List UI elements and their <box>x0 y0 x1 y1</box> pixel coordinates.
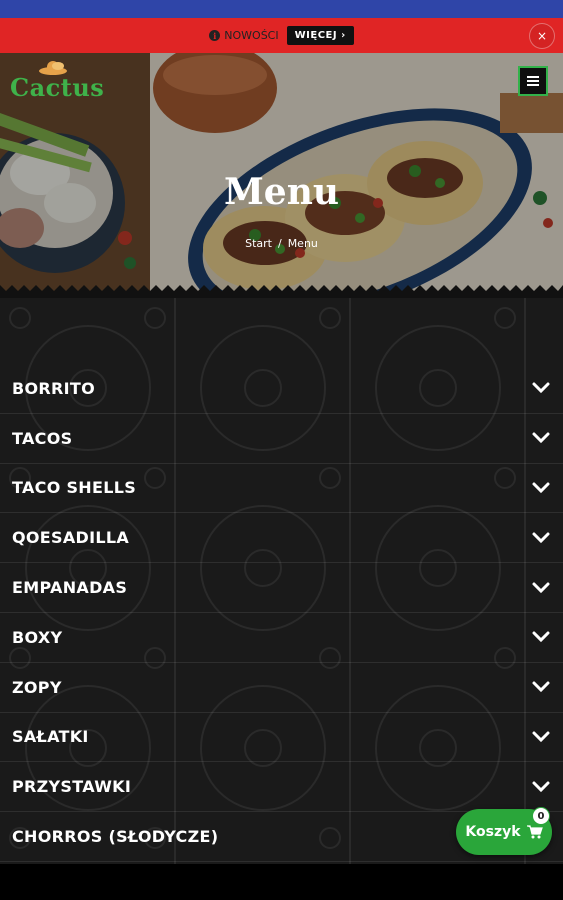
chevron-down-icon <box>532 731 550 743</box>
menu-section: BORRITO TACOS TACO SHELLS QOESADILLA EMP… <box>0 298 563 864</box>
hamburger-icon <box>527 76 539 78</box>
logo-text: Cactus <box>10 73 105 102</box>
menu-category-tacos[interactable]: TACOS <box>0 414 563 464</box>
chevron-down-icon <box>532 482 550 494</box>
bottom-bar <box>0 864 563 900</box>
chevron-down-icon <box>532 781 550 792</box>
breadcrumb-current: Menu <box>287 237 318 250</box>
menu-category-label: BOXY <box>12 627 63 647</box>
hero-banner: Cactus Menu Start / Menu <box>0 53 563 298</box>
chevron-down-icon <box>532 582 550 593</box>
chevron-down-icon <box>532 532 550 543</box>
menu-category-boxy[interactable]: BOXY <box>0 613 563 663</box>
hamburger-icon-line <box>527 80 539 82</box>
chevron-down-icon <box>532 382 550 394</box>
menu-category-label: TACO SHELLS <box>12 478 137 498</box>
hamburger-menu-button[interactable] <box>518 66 548 96</box>
promo-bar: i NOWOŚCI WIĘCEJ › × <box>0 18 563 53</box>
menu-category-list: BORRITO TACOS TACO SHELLS QOESADILLA EMP… <box>0 364 563 862</box>
menu-category-zopy[interactable]: ZOPY <box>0 663 563 713</box>
site-logo[interactable]: Cactus <box>10 61 104 107</box>
chevron-down-icon <box>532 432 550 444</box>
menu-category-label: ZOPY <box>12 677 62 697</box>
promo-close-button[interactable]: × <box>529 23 555 49</box>
menu-category-label: TACOS <box>12 428 73 448</box>
menu-category-qoesadilla[interactable]: QOESADILLA <box>0 513 563 564</box>
cart-button[interactable]: Koszyk 0 <box>456 807 552 855</box>
breadcrumb-separator: / <box>277 237 282 250</box>
promo-info: i NOWOŚCI <box>209 29 279 42</box>
breadcrumb-home-link[interactable]: Start <box>245 237 272 250</box>
menu-category-salatki[interactable]: SAŁATKI <box>0 713 563 763</box>
hamburger-icon-line <box>527 84 539 86</box>
chevron-down-icon <box>532 631 550 643</box>
chevron-down-icon <box>532 681 550 693</box>
menu-category-label: BORRITO <box>12 378 96 398</box>
breadcrumb: Start / Menu <box>0 237 563 250</box>
menu-category-label: SAŁATKI <box>12 727 89 747</box>
menu-category-przystawki[interactable]: PRZYSTAWKI <box>0 762 563 813</box>
cart-icon <box>526 825 543 839</box>
menu-category-label: EMPANADAS <box>12 578 128 598</box>
cart-label: Koszyk <box>465 824 521 840</box>
status-bar <box>0 0 563 18</box>
menu-category-empanadas[interactable]: EMPANADAS <box>0 563 563 613</box>
promo-more-button[interactable]: WIĘCEJ › <box>286 26 354 45</box>
info-icon: i <box>209 30 221 41</box>
menu-category-taco-shells[interactable]: TACO SHELLS <box>0 464 563 514</box>
menu-category-label: QOESADILLA <box>12 528 130 548</box>
menu-category-label: PRZYSTAWKI <box>12 777 132 797</box>
menu-category-label: CHORROS (SŁODYCZE) <box>12 827 219 847</box>
promo-text: NOWOŚCI <box>224 29 279 42</box>
page-title: Menu <box>223 171 340 213</box>
menu-category-borrito[interactable]: BORRITO <box>0 364 563 414</box>
cart-count-badge: 0 <box>532 807 550 825</box>
